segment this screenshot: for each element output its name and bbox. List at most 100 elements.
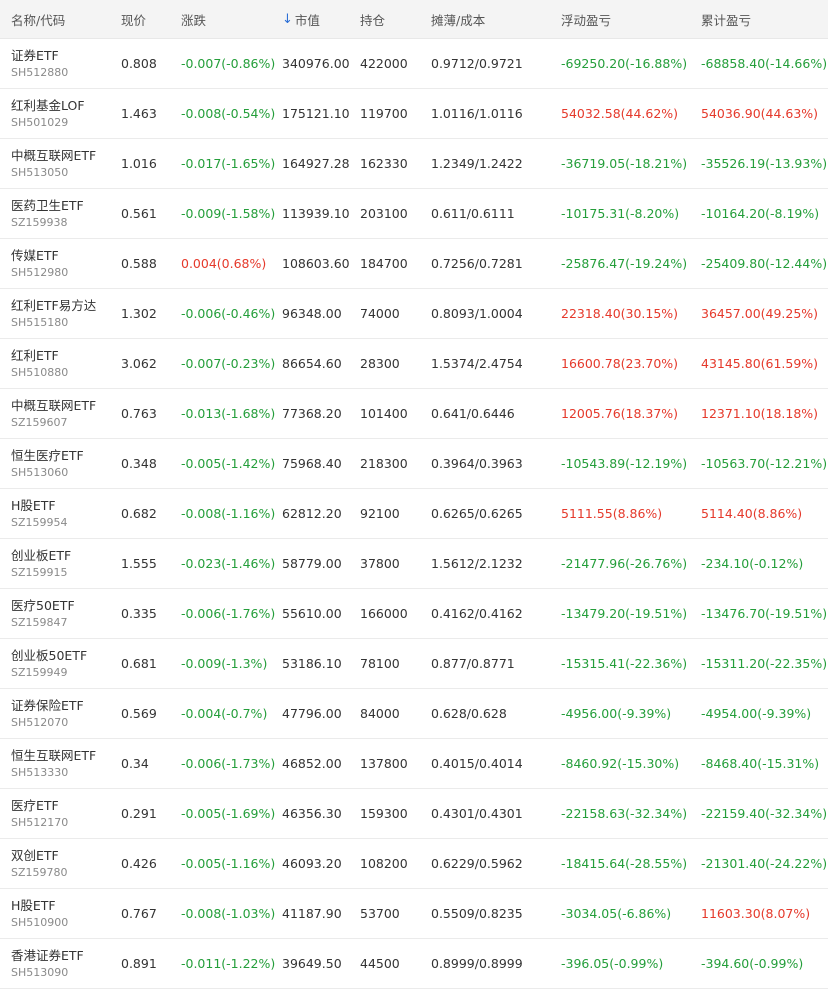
price-cell: 0.291 bbox=[121, 806, 157, 821]
header-name-code[interactable]: 名称/代码 bbox=[11, 0, 111, 38]
holding-cell: 119700 bbox=[360, 106, 408, 121]
fund-name: 证券ETF bbox=[11, 47, 59, 63]
market-value-cell: 53186.10 bbox=[282, 656, 342, 671]
header-float-pl[interactable]: 浮动盈亏 bbox=[561, 0, 696, 38]
table-row[interactable]: 医疗50ETF SZ159847 0.335 -0.006(-1.76%) 55610.… bbox=[0, 589, 828, 639]
name-code-cell[interactable]: 中概互联网ETF SH513050 bbox=[11, 139, 111, 188]
float-pl-cell: -4956.00(-9.39%) bbox=[561, 706, 672, 721]
holding-cell: 84000 bbox=[360, 706, 400, 721]
total-pl-cell: 54036.90(44.63%) bbox=[701, 106, 819, 121]
change-cell: -0.005(-1.69%) bbox=[181, 806, 276, 821]
name-code-cell[interactable]: 红利基金LOF SH501029 bbox=[11, 89, 111, 138]
table-row[interactable]: 中概互联网ETF SZ159607 0.763 -0.013(-1.68%) 77368… bbox=[0, 389, 828, 439]
holding-cell: 92100 bbox=[360, 506, 400, 521]
price-cell: 0.569 bbox=[121, 706, 157, 721]
market-value-cell: 340976.00 bbox=[282, 56, 350, 71]
table-row[interactable]: 双创ETF SZ159780 0.426 -0.005(-1.16%) 46093.20… bbox=[0, 839, 828, 889]
name-code-cell[interactable]: 医疗ETF SH512170 bbox=[11, 789, 111, 838]
table-row[interactable]: 中概互联网ETF SH513050 1.016 -0.017(-1.65%) 16492… bbox=[0, 139, 828, 189]
header-price-label: 现价 bbox=[121, 12, 147, 28]
float-pl-cell: -8460.92(-15.30%) bbox=[561, 756, 680, 771]
float-pl-cell: -10543.89(-12.19%) bbox=[561, 456, 688, 471]
float-pl-cell: -25876.47(-19.24%) bbox=[561, 256, 688, 271]
table-row[interactable]: H股ETF SH510900 0.767 -0.008(-1.03%) 41187.90… bbox=[0, 889, 828, 939]
table-row[interactable]: 创业板50ETF SZ159949 0.681 -0.009(-1.3%) 53186.… bbox=[0, 639, 828, 689]
holding-cell: 162330 bbox=[360, 156, 408, 171]
cost-cell: 0.8093/1.0004 bbox=[431, 306, 523, 321]
fund-name: 医疗50ETF bbox=[11, 597, 75, 613]
table-body: 证券ETF SH512880 0.808 -0.007(-0.86%) 340976.0… bbox=[0, 39, 828, 989]
total-pl-cell: -35526.19(-13.93%) bbox=[701, 156, 828, 171]
header-market-value[interactable]: ↓ 市值 bbox=[282, 0, 357, 38]
table-row[interactable]: 红利ETF易方达 SH515180 1.302 -0.006(-0.46%) 96348… bbox=[0, 289, 828, 339]
total-pl-cell: -10164.20(-8.19%) bbox=[701, 206, 820, 221]
table-row[interactable]: 恒生互联网ETF SH513330 0.34 -0.006(-1.73%) 46852.… bbox=[0, 739, 828, 789]
total-pl-cell: -25409.80(-12.44%) bbox=[701, 256, 828, 271]
table-row[interactable]: 证券ETF SH512880 0.808 -0.007(-0.86%) 340976.0… bbox=[0, 39, 828, 89]
holding-cell: 218300 bbox=[360, 456, 408, 471]
table-row[interactable]: H股ETF SZ159954 0.682 -0.008(-1.16%) 62812.20… bbox=[0, 489, 828, 539]
header-price[interactable]: 现价 bbox=[121, 0, 176, 38]
table-row[interactable]: 创业板ETF SZ159915 1.555 -0.023(-1.46%) 58779.0… bbox=[0, 539, 828, 589]
change-cell: -0.009(-1.3%) bbox=[181, 656, 268, 671]
table-row[interactable]: 医疗ETF SH512170 0.291 -0.005(-1.69%) 46356.30… bbox=[0, 789, 828, 839]
change-cell: -0.004(-0.7%) bbox=[181, 706, 268, 721]
cost-cell: 0.877/0.8771 bbox=[431, 656, 515, 671]
name-code-cell[interactable]: 恒生互联网ETF SH513330 bbox=[11, 739, 111, 788]
fund-name: H股ETF bbox=[11, 897, 56, 913]
total-pl-cell: 43145.80(61.59%) bbox=[701, 356, 819, 371]
name-code-cell[interactable]: 红利ETF易方达 SH515180 bbox=[11, 289, 111, 338]
name-code-cell[interactable]: 证券ETF SH512880 bbox=[11, 39, 111, 88]
price-cell: 0.34 bbox=[121, 756, 149, 771]
table-row[interactable]: 医药卫生ETF SZ159938 0.561 -0.009(-1.58%) 113939… bbox=[0, 189, 828, 239]
change-cell: -0.006(-1.73%) bbox=[181, 756, 276, 771]
name-code-cell[interactable]: 传媒ETF SH512980 bbox=[11, 239, 111, 288]
price-cell: 3.062 bbox=[121, 356, 157, 371]
float-pl-cell: 16600.78(23.70%) bbox=[561, 356, 679, 371]
change-cell: -0.005(-1.42%) bbox=[181, 456, 276, 471]
name-code-cell[interactable]: 创业板ETF SZ159915 bbox=[11, 539, 111, 588]
name-code-cell[interactable]: 双创ETF SZ159780 bbox=[11, 839, 111, 888]
header-holding[interactable]: 持仓 bbox=[360, 0, 425, 38]
header-cost-label: 摊薄/成本 bbox=[431, 12, 486, 28]
name-code-cell[interactable]: 证券保险ETF SH512070 bbox=[11, 689, 111, 738]
table-row[interactable]: 恒生医疗ETF SH513060 0.348 -0.005(-1.42%) 75968.… bbox=[0, 439, 828, 489]
name-code-cell[interactable]: 医药卫生ETF SZ159938 bbox=[11, 189, 111, 238]
name-code-cell[interactable]: 创业板50ETF SZ159949 bbox=[11, 639, 111, 688]
cost-cell: 0.4301/0.4301 bbox=[431, 806, 523, 821]
total-pl-cell: 36457.00(49.25%) bbox=[701, 306, 819, 321]
table-row[interactable]: 证券保险ETF SH512070 0.569 -0.004(-0.7%) 47796.0… bbox=[0, 689, 828, 739]
holding-cell: 44500 bbox=[360, 956, 400, 971]
cost-cell: 0.4015/0.4014 bbox=[431, 756, 523, 771]
header-total-pl[interactable]: 累计盈亏 bbox=[701, 0, 828, 38]
total-pl-cell: -10563.70(-12.21%) bbox=[701, 456, 828, 471]
fund-code: SZ159915 bbox=[11, 565, 68, 579]
fund-code: SH513050 bbox=[11, 165, 69, 179]
fund-code: SH515180 bbox=[11, 315, 69, 329]
name-code-cell[interactable]: 医疗50ETF SZ159847 bbox=[11, 589, 111, 638]
change-cell: -0.008(-1.16%) bbox=[181, 506, 276, 521]
name-code-cell[interactable]: 恒生医疗ETF SH513060 bbox=[11, 439, 111, 488]
name-code-cell[interactable]: 中概互联网ETF SZ159607 bbox=[11, 389, 111, 438]
holding-cell: 28300 bbox=[360, 356, 400, 371]
name-code-cell[interactable]: H股ETF SH510900 bbox=[11, 889, 111, 938]
fund-code: SH513090 bbox=[11, 965, 69, 979]
holding-cell: 203100 bbox=[360, 206, 408, 221]
table-row[interactable]: 红利基金LOF SH501029 1.463 -0.008(-0.54%) 175121… bbox=[0, 89, 828, 139]
table-row[interactable]: 香港证券ETF SH513090 0.891 -0.011(-1.22%) 39649.… bbox=[0, 939, 828, 989]
fund-code: SH513060 bbox=[11, 465, 69, 479]
name-code-cell[interactable]: H股ETF SZ159954 bbox=[11, 489, 111, 538]
market-value-cell: 55610.00 bbox=[282, 606, 342, 621]
total-pl-cell: -21301.40(-24.22%) bbox=[701, 856, 828, 871]
table-row[interactable]: 红利ETF SH510880 3.062 -0.007(-0.23%) 86654.60… bbox=[0, 339, 828, 389]
header-change[interactable]: 涨跌 bbox=[181, 0, 276, 38]
fund-name: 中概互联网ETF bbox=[11, 397, 97, 413]
header-name-code-label: 名称/代码 bbox=[11, 12, 66, 28]
name-code-cell[interactable]: 红利ETF SH510880 bbox=[11, 339, 111, 388]
fund-code: SZ159954 bbox=[11, 515, 68, 529]
float-pl-cell: 22318.40(30.15%) bbox=[561, 306, 679, 321]
table-row[interactable]: 传媒ETF SH512980 0.588 0.004(0.68%) 108603.60 1… bbox=[0, 239, 828, 289]
header-cost[interactable]: 摊薄/成本 bbox=[431, 0, 556, 38]
fund-name: 红利ETF易方达 bbox=[11, 297, 97, 313]
name-code-cell[interactable]: 香港证券ETF SH513090 bbox=[11, 939, 111, 988]
